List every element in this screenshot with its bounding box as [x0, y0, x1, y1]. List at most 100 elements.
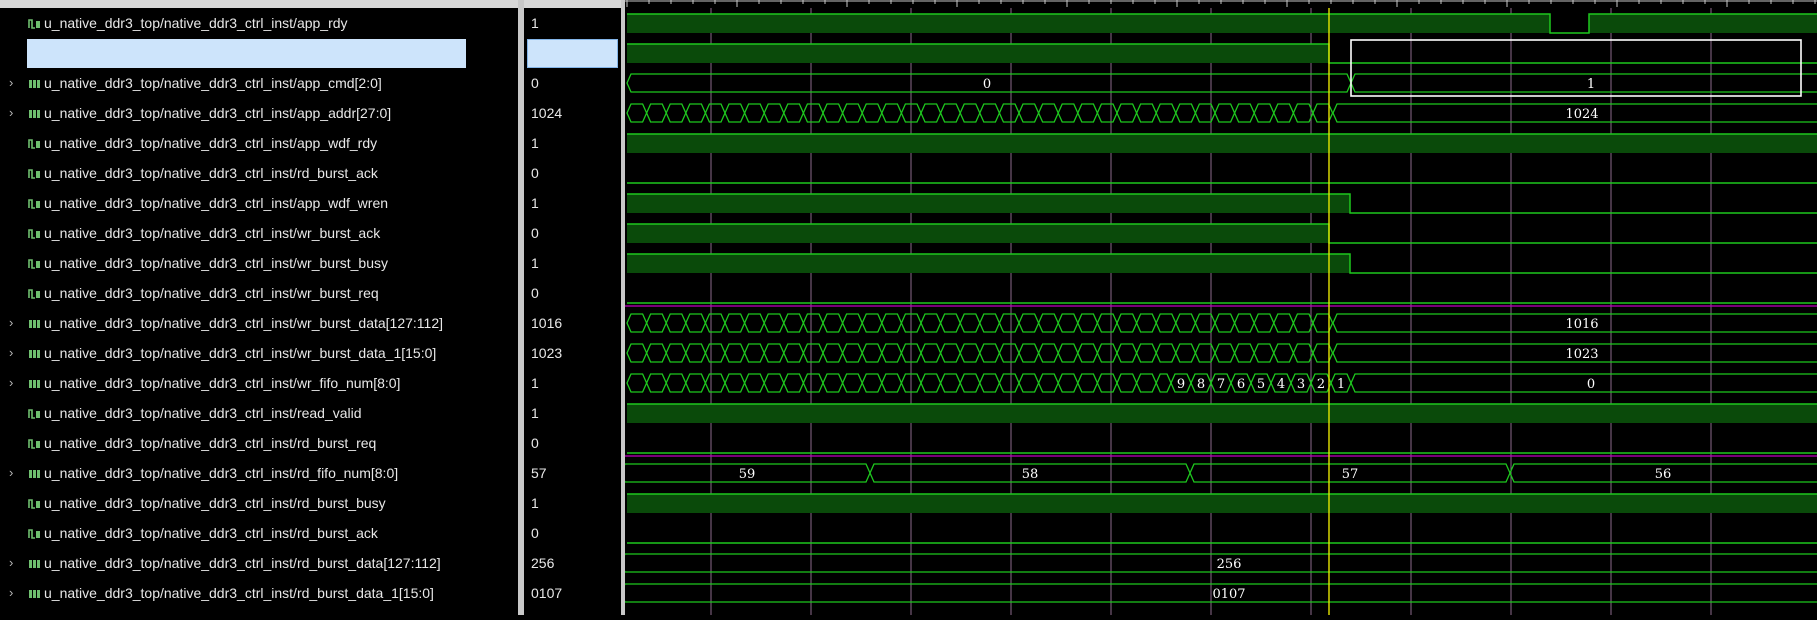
signal-row[interactable]: u_native_ddr3_top/native_ddr3_ctrl_inst/… — [0, 518, 518, 548]
chevron-right-icon[interactable]: › — [9, 376, 13, 390]
signal-value: 1 — [531, 15, 539, 31]
signal-row[interactable]: u_native_ddr3_top/native_ddr3_ctrl_inst/… — [0, 218, 518, 248]
signal-value-row[interactable]: 1016 — [530, 308, 620, 338]
bus-value-label: 3 — [1297, 377, 1305, 392]
signal-value: 1 — [531, 405, 539, 421]
signal-name: u_native_ddr3_top/native_ddr3_ctrl_inst/… — [44, 315, 444, 331]
signal-row[interactable]: › u_native_ddr3_top/native_ddr3_ctrl_inst… — [0, 548, 518, 578]
signal-value-row[interactable]: 1 — [530, 368, 620, 398]
signal-row[interactable]: › u_native_ddr3_top/native_ddr3_ctrl_inst… — [0, 338, 518, 368]
bus-signal-icon — [29, 350, 40, 358]
signal-value-row[interactable]: 1023 — [530, 338, 620, 368]
waveform-canvas[interactable]: 0 11024101610239 8 7 6 5 4 3 2 1 059 58 57 562560107 — [620, 0, 1817, 615]
bus-value-label: 7 — [1217, 377, 1225, 392]
signal-value: 0 — [531, 225, 539, 241]
signal-name: u_native_ddr3_top/native_ddr3_ctrl_inst/… — [44, 225, 381, 241]
bus-value-label: 0 — [983, 77, 991, 92]
signal-name: u_native_ddr3_top/native_ddr3_ctrl_inst/… — [44, 435, 377, 451]
signal-row[interactable]: › u_native_ddr3_top/native_ddr3_ctrl_inst… — [0, 578, 518, 608]
signal-name: u_native_ddr3_top/native_ddr3_ctrl_inst/… — [44, 495, 386, 511]
signal-row[interactable]: › u_native_ddr3_top/native_ddr3_ctrl_inst… — [0, 68, 518, 98]
signal-row[interactable]: u_native_ddr3_top/native_ddr3_ctrl_inst/… — [0, 188, 518, 218]
bus-signal-icon — [29, 110, 40, 118]
chevron-right-icon[interactable]: › — [9, 556, 13, 570]
signal-value: 0 — [531, 285, 539, 301]
wave-high-fill — [627, 134, 1817, 153]
chevron-right-icon[interactable]: › — [9, 316, 13, 330]
bus-value-label: 1024 — [1565, 107, 1598, 122]
wave-high-fill — [627, 494, 1817, 513]
signal-value-row[interactable]: 0 — [530, 278, 620, 308]
signal-value: 1024 — [531, 105, 563, 121]
signal-row[interactable]: › u_native_ddr3_top/native_ddr3_ctrl_inst… — [0, 458, 518, 488]
signal-value-row[interactable]: 1 — [530, 488, 620, 518]
signal-value-row[interactable]: 1 — [530, 128, 620, 158]
signal-value: 0107 — [531, 585, 563, 601]
signal-value: 1 — [531, 135, 539, 151]
signal-value-row[interactable]: 1024 — [530, 98, 620, 128]
signal-row[interactable]: u_native_ddr3_top/native_ddr3_ctrl_inst/… — [0, 128, 518, 158]
waveform-pane[interactable]: 0 1 1024 1016 1023 9 8 7 6 5 4 3 2 1 0 59 58 57 56 256 0107 — [620, 0, 1817, 615]
signal-name: u_native_ddr3_top/native_ddr3_ctrl_inst/… — [44, 165, 378, 181]
signal-row[interactable]: › u_native_ddr3_top/native_ddr3_ctrl_inst… — [0, 308, 518, 338]
bit-signal-icon — [28, 499, 40, 509]
bus-value-label: 59 — [739, 467, 756, 482]
chevron-right-icon[interactable]: › — [9, 106, 13, 120]
bus-value-label: 1023 — [1565, 347, 1598, 362]
bit-signal-icon — [28, 199, 40, 209]
bus-value-label: 0 — [1587, 377, 1595, 392]
signal-row[interactable]: u_native_ddr3_top/native_ddr3_ctrl_inst/… — [0, 8, 518, 38]
signal-value-row[interactable]: 57 — [530, 458, 620, 488]
signal-row[interactable]: › u_native_ddr3_top/native_ddr3_ctrl_inst… — [0, 368, 518, 398]
signal-value: 1 — [531, 375, 539, 391]
signal-name: u_native_ddr3_top/native_ddr3_ctrl_inst/… — [44, 15, 348, 31]
bus-signal-icon — [29, 320, 40, 328]
bus-value-label: 8 — [1197, 377, 1205, 392]
bus-value-label: 0107 — [1212, 587, 1245, 602]
signal-value-row[interactable]: 1 — [530, 398, 620, 428]
bit-signal-icon — [28, 229, 40, 239]
bus-value-label: 9 — [1177, 377, 1185, 392]
signal-row[interactable]: u_native_ddr3_top/native_ddr3_ctrl_inst/… — [0, 428, 518, 458]
wave-high-fill — [627, 194, 1350, 213]
signal-value-row[interactable]: 1 — [530, 188, 620, 218]
wave-high-fill — [627, 224, 1329, 243]
signal-value-row[interactable]: 0 — [530, 158, 620, 188]
chevron-right-icon[interactable]: › — [9, 466, 13, 480]
signal-name: u_native_ddr3_top/native_ddr3_ctrl_inst/… — [44, 135, 378, 151]
signal-value-row[interactable]: 1 — [530, 248, 620, 278]
bus-value-label: 56 — [1655, 467, 1672, 482]
signal-value: 1023 — [531, 345, 563, 361]
signal-row[interactable]: u_native_ddr3_top/native_ddr3_ctrl_inst/… — [0, 488, 518, 518]
signal-row[interactable]: u_native_ddr3_top/native_ddr3_ctrl_inst/… — [0, 158, 518, 188]
bus-value-label: 1 — [1587, 77, 1595, 92]
wave-high-fill — [1589, 14, 1817, 33]
bus-value-label: 1 — [1337, 377, 1345, 392]
signal-value-row[interactable]: 1 — [530, 8, 620, 38]
signal-value-pane: 10010241010101016102311057102560107 — [524, 0, 624, 615]
chevron-right-icon[interactable]: › — [9, 76, 13, 90]
signal-value: 0 — [531, 165, 539, 181]
signal-value: 256 — [531, 555, 555, 571]
signal-row[interactable]: u_native_ddr3_top/native_ddr3_ctrl_inst/… — [0, 278, 518, 308]
signal-row[interactable]: u_native_ddr3_top/native_ddr3_ctrl_inst/… — [0, 398, 518, 428]
wave-high-fill — [627, 44, 1329, 63]
wave-high-fill — [627, 254, 1350, 273]
value-column-header — [524, 0, 621, 8]
signal-value-row[interactable]: 0107 — [530, 578, 620, 608]
chevron-right-icon[interactable]: › — [9, 586, 13, 600]
signal-row[interactable]: u_native_ddr3_top/native_ddr3_ctrl_inst/… — [0, 248, 518, 278]
signal-row[interactable]: › u_native_ddr3_top/native_ddr3_ctrl_inst… — [0, 98, 518, 128]
signal-name: u_native_ddr3_top/native_ddr3_ctrl_inst/… — [44, 525, 378, 541]
signal-value-row[interactable]: 0 — [530, 68, 620, 98]
bus-signal-icon — [29, 560, 40, 568]
bus-value-label: 2 — [1317, 377, 1325, 392]
signal-value-row[interactable]: 0 — [530, 428, 620, 458]
signal-value: 0 — [531, 525, 539, 541]
signal-value-row[interactable]: 0 — [530, 218, 620, 248]
bit-signal-icon — [28, 169, 40, 179]
chevron-right-icon[interactable]: › — [9, 346, 13, 360]
signal-value-row[interactable]: 0 — [530, 518, 620, 548]
signal-value-row[interactable]: 256 — [530, 548, 620, 578]
signal-name: u_native_ddr3_top/native_ddr3_ctrl_inst/… — [44, 375, 401, 391]
